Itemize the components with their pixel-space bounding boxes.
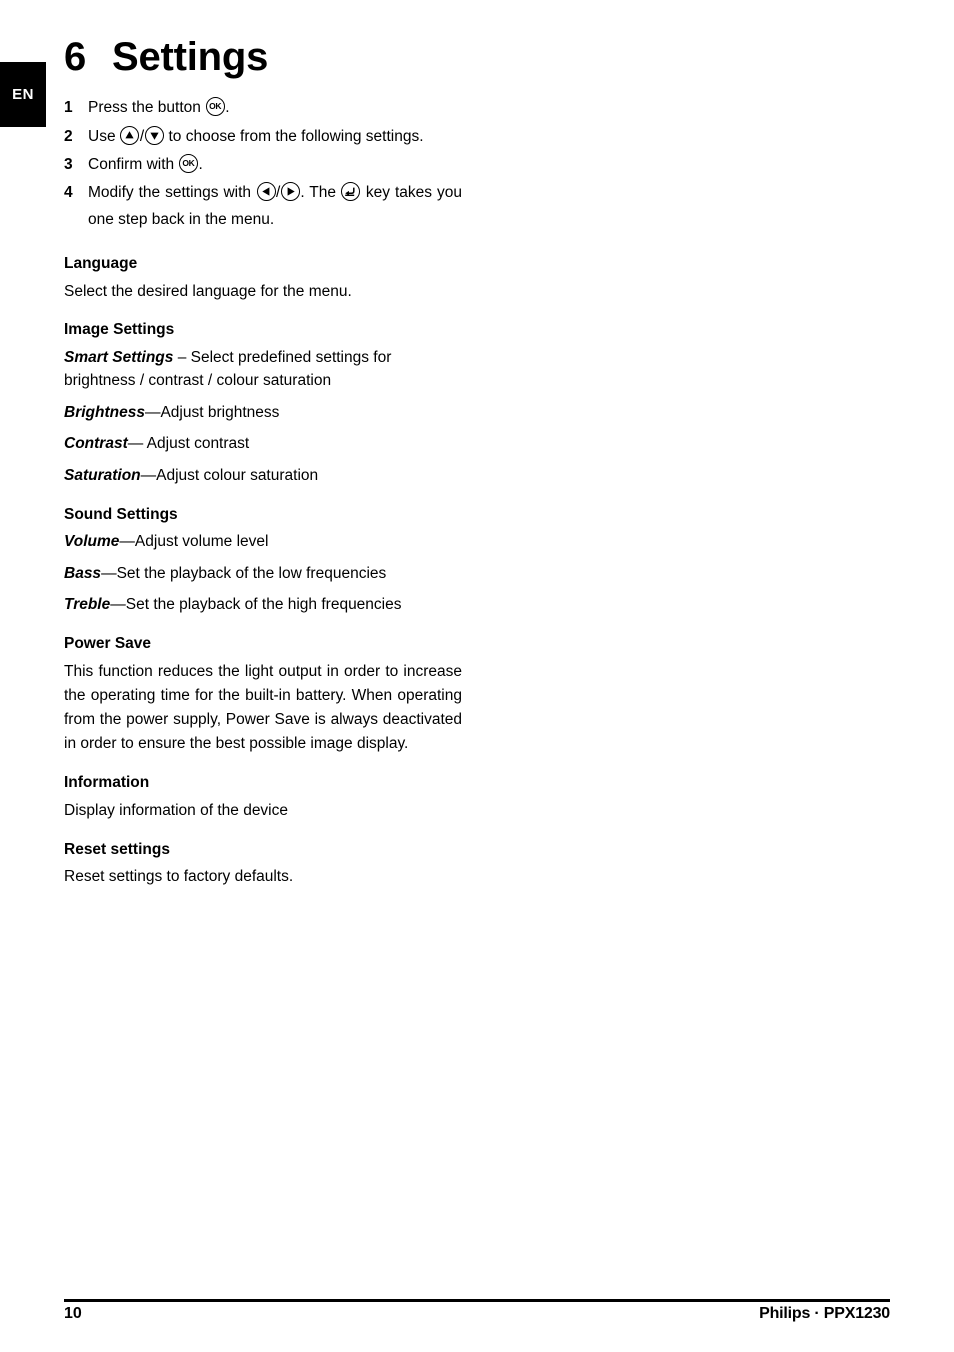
setting-description: — Adjust contrast (127, 435, 250, 453)
step-number: 1 (64, 99, 73, 117)
step-text: Confirm with (88, 155, 179, 173)
step-text: to choose from the following settings. (164, 127, 424, 145)
setting-description: —Set the playback of the high frequencie… (110, 596, 402, 614)
page-footer: 10 Philips · PPX1230 (64, 1305, 890, 1323)
footer-divider (64, 1299, 890, 1302)
instruction-step: 4 Modify the settings with /. The key tak… (64, 180, 462, 233)
step-text: Use (88, 127, 120, 145)
ok-key-label: OK (209, 101, 222, 112)
setting-description: Display information of the device (64, 801, 289, 819)
section-paragraph: Reset settings to factory defaults. (64, 865, 462, 889)
setting-description: —Set the playback of the low frequencies (101, 564, 387, 582)
setting-description: —Adjust colour saturation (140, 467, 319, 485)
section-heading: Reset settings (64, 840, 170, 858)
page-content: 6 Settings 1 Press the button OK. 2 Use / t… (64, 35, 462, 897)
ok-key-icon: OK (205, 97, 225, 117)
step-text: / (139, 127, 145, 145)
step-number: 3 (64, 155, 73, 173)
setting-description: Reset settings to factory defaults. (64, 868, 294, 886)
right-key-icon (280, 182, 300, 202)
step-number: 2 (64, 127, 73, 145)
step-number: 4 (64, 184, 73, 202)
section-paragraph: Smart Settings – Select predefined setti… (64, 346, 462, 393)
section-paragraph: Display information of the device (64, 799, 462, 823)
step-text: Press the button (88, 99, 206, 117)
section-heading: Language (64, 254, 138, 272)
ok-key-label: OK (182, 158, 195, 169)
ok-key-icon: OK (178, 153, 198, 173)
section-heading: Image Settings (64, 321, 175, 339)
step-text: / (276, 184, 281, 202)
step-text: . (198, 155, 203, 173)
setting-term: Treble (64, 596, 111, 614)
section-paragraph: Select the desired language for the menu… (64, 280, 462, 304)
setting-term: Volume (64, 533, 120, 551)
left-key-icon (256, 182, 276, 202)
step-text: Modify the settings with (88, 184, 256, 202)
instruction-steps: 1 Press the button OK. 2 Use / to choose fr… (64, 95, 462, 233)
instruction-step: 1 Press the button OK. (64, 95, 462, 121)
section-paragraph: Volume—Adjust volume level (64, 530, 462, 554)
section-heading: Power Save (64, 634, 152, 652)
setting-term: Smart Settings (64, 348, 174, 366)
step-text: . (225, 99, 230, 117)
setting-term: Contrast (64, 435, 128, 453)
section-heading: Information (64, 774, 150, 792)
section-paragraph: Saturation—Adjust colour saturation (64, 464, 462, 488)
setting-term: Bass (64, 564, 102, 582)
setting-term: Saturation (64, 467, 141, 485)
setting-description: —Adjust brightness (144, 403, 280, 421)
language-tab-label: EN (12, 86, 34, 103)
footer-brand: Philips · PPX1230 (759, 1305, 890, 1322)
chapter-number: 6 (64, 35, 87, 79)
instruction-step: 3 Confirm with OK. (64, 152, 462, 178)
setting-description: —Adjust volume level (119, 533, 269, 551)
up-key-icon (120, 125, 140, 145)
back-key-icon (341, 182, 361, 202)
settings-sections: Language Select the desired language for … (64, 253, 462, 889)
section-paragraph: This function reduces the light output i… (64, 662, 462, 753)
page-number: 10 (64, 1305, 82, 1322)
language-tab: EN (0, 62, 46, 127)
setting-term: Brightness (64, 403, 145, 421)
down-key-icon (144, 125, 164, 145)
instruction-step: 2 Use / to choose from the following sett… (64, 124, 462, 150)
section-paragraph: Treble—Set the playback of the high freq… (64, 593, 462, 617)
step-text: . The (300, 184, 341, 202)
section-paragraph: Contrast— Adjust contrast (64, 432, 462, 456)
section-paragraph: Bass—Set the playback of the low frequen… (64, 562, 462, 586)
document-page: EN 6 Settings 1 Press the button OK. 2 Use … (0, 0, 954, 1352)
section-heading: Sound Settings (64, 505, 178, 523)
page-title: 6 Settings (64, 35, 462, 79)
chapter-title: Settings (112, 35, 269, 79)
section-paragraph: Brightness—Adjust brightness (64, 401, 462, 425)
setting-description: Select the desired language for the menu… (64, 282, 352, 300)
